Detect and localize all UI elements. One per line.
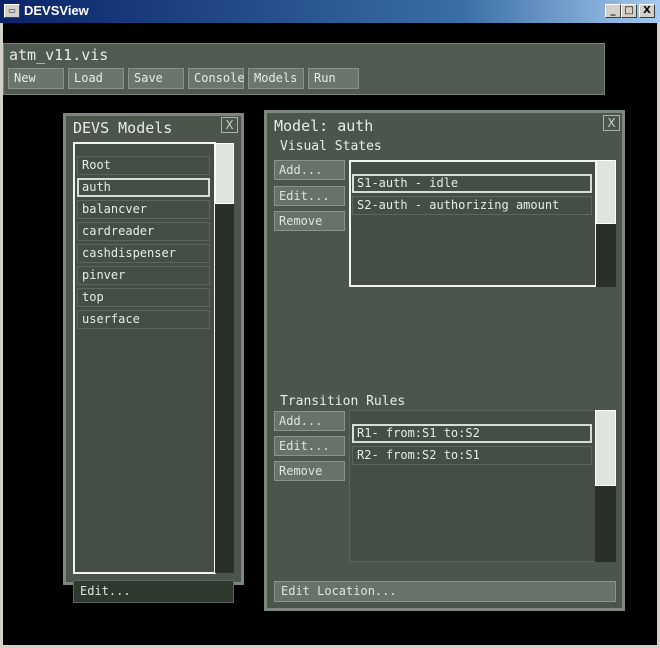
devs-models-title: DEVS Models: [73, 119, 173, 137]
remove-rule-button[interactable]: Remove: [274, 461, 345, 481]
window-title: DEVSView: [24, 3, 89, 18]
edit-location-button[interactable]: Edit Location...: [274, 581, 616, 602]
models-scrollbar-thumb[interactable]: [215, 143, 234, 204]
model-item-auth[interactable]: auth: [77, 178, 210, 197]
edit-model-button[interactable]: Edit...: [73, 580, 234, 603]
save-button[interactable]: Save: [128, 68, 184, 89]
models-scrollbar[interactable]: [215, 143, 234, 573]
edit-rule-button[interactable]: Edit...: [274, 436, 345, 456]
model-item-userface[interactable]: userface: [77, 310, 210, 329]
remove-state-button[interactable]: Remove: [274, 211, 345, 231]
run-button[interactable]: Run: [308, 68, 359, 89]
rule-item-r2[interactable]: R2- from:S2 to:S1: [352, 446, 592, 465]
console-button[interactable]: Console: [188, 68, 245, 89]
minimize-button[interactable]: _: [605, 4, 621, 18]
model-item-balancver[interactable]: balancver: [77, 200, 210, 219]
model-item-pinver[interactable]: pinver: [77, 266, 210, 285]
state-item-s1[interactable]: S1-auth - idle: [352, 174, 592, 193]
title-bar: [0, 0, 660, 23]
state-item-s2[interactable]: S2-auth - authorizing amount: [352, 196, 592, 215]
models-button[interactable]: Models: [248, 68, 304, 89]
file-name: atm_v11.vis: [9, 46, 109, 64]
close-models-panel-icon[interactable]: X: [221, 117, 238, 133]
load-button[interactable]: Load: [68, 68, 124, 89]
model-panel-title: Model: auth: [274, 117, 374, 135]
model-item-top[interactable]: top: [77, 288, 210, 307]
visual-states-label: Visual States: [280, 139, 382, 154]
edit-state-button[interactable]: Edit...: [274, 186, 345, 206]
maximize-button[interactable]: □: [621, 4, 637, 18]
close-model-panel-icon[interactable]: X: [603, 115, 620, 131]
model-item-root[interactable]: Root: [77, 156, 210, 175]
transition-rules-label: Transition Rules: [280, 394, 406, 409]
states-scrollbar-thumb[interactable]: [596, 160, 616, 224]
model-item-cashdispenser[interactable]: cashdispenser: [77, 244, 210, 263]
add-state-button[interactable]: Add...: [274, 160, 345, 180]
close-window-button[interactable]: X: [639, 4, 655, 18]
new-button[interactable]: New: [8, 68, 64, 89]
add-rule-button[interactable]: Add...: [274, 411, 345, 431]
app-icon[interactable]: ▭: [4, 4, 20, 18]
rules-scrollbar-thumb[interactable]: [595, 410, 616, 486]
rule-item-r1[interactable]: R1- from:S1 to:S2: [352, 424, 592, 443]
model-item-cardreader[interactable]: cardreader: [77, 222, 210, 241]
